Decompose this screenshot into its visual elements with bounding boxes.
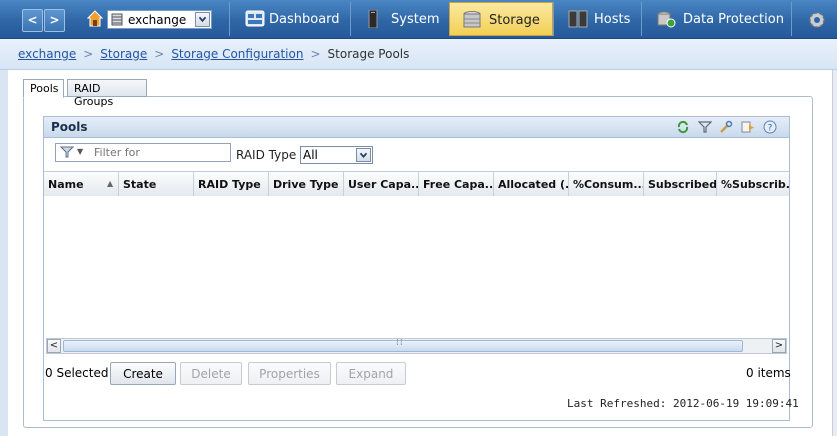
delete-button[interactable]: Delete [180, 362, 242, 385]
storage-icon [463, 11, 481, 28]
sort-ascending-icon: ▲ [107, 179, 114, 188]
scrollbar-grip-icon: ⁞⁞ [396, 338, 404, 348]
gear-icon[interactable] [806, 9, 828, 31]
breadcrumb-separator: > [154, 47, 165, 61]
horizontal-scrollbar[interactable]: < ⁞⁞ > [46, 338, 787, 354]
refresh-icon[interactable] [676, 120, 690, 134]
system-icon [368, 10, 378, 28]
subtab-pools[interactable]: Pools [23, 79, 64, 98]
tab-data-protection-label: Data Protection [683, 12, 784, 27]
help-icon[interactable]: ? [763, 120, 777, 134]
home-icon[interactable] [87, 10, 103, 28]
panel-header: Pools ? [44, 117, 789, 138]
raid-type-value: All [303, 148, 318, 162]
system-select-value: exchange [128, 13, 187, 27]
back-button[interactable]: < [22, 9, 43, 32]
database-icon [111, 13, 123, 26]
wrench-icon[interactable] [719, 120, 733, 134]
left-frame [0, 70, 8, 436]
filter-icon[interactable] [698, 120, 712, 134]
column-header-user-capacity[interactable]: User Capa... [344, 172, 419, 196]
selected-count: 0 Selected [45, 366, 109, 380]
forward-button[interactable]: > [44, 9, 65, 32]
raid-type-select[interactable]: All [300, 146, 373, 164]
scroll-right-button[interactable]: > [772, 339, 786, 353]
last-refreshed: Last Refreshed: 2012-06-19 19:09:41 [567, 397, 799, 410]
column-header-subscribed-percent[interactable]: %Subscrib.. [717, 172, 789, 196]
column-header-state[interactable]: State [119, 172, 194, 196]
filter-dropdown-icon[interactable]: ▼ [77, 147, 83, 156]
filter-input[interactable] [94, 145, 226, 160]
funnel-icon[interactable] [60, 146, 74, 159]
tab-storage[interactable]: Storage [449, 2, 553, 36]
raid-type-label: RAID Type [236, 148, 297, 162]
scrollbar-thumb[interactable]: ⁞⁞ [63, 338, 743, 352]
breadcrumb-bar: exchange > Storage > Storage Configuration > S… [0, 39, 837, 70]
breadcrumb-item-storage[interactable]: Storage [100, 47, 147, 61]
grid-body [44, 196, 789, 338]
column-header-subscribed[interactable]: Subscribed... [644, 172, 717, 196]
tab-dashboard[interactable]: Dashboard [229, 2, 350, 36]
items-count: 0 items [746, 366, 791, 380]
chevron-down-icon[interactable] [195, 12, 210, 27]
tab-hosts-label: Hosts [594, 12, 631, 27]
breadcrumb-item-storage-configuration[interactable]: Storage Configuration [171, 47, 303, 61]
right-splitter[interactable] [832, 70, 837, 436]
tab-storage-label: Storage [489, 13, 540, 28]
chevron-down-icon[interactable] [356, 148, 371, 162]
breadcrumb-separator: > [83, 47, 94, 61]
properties-button[interactable]: Properties [248, 362, 331, 385]
dashboard-icon [245, 10, 265, 27]
breadcrumb-item-exchange[interactable]: exchange [18, 47, 76, 61]
tab-dashboard-label: Dashboard [269, 12, 340, 27]
tab-hosts[interactable]: Hosts [553, 2, 641, 36]
column-header-allocated[interactable]: Allocated (... [494, 172, 569, 196]
tab-system[interactable]: System [350, 2, 449, 36]
column-header-raid-type[interactable]: RAID Type [194, 172, 269, 196]
subtab-raid-groups[interactable]: RAID Groups [67, 79, 147, 108]
expand-button[interactable]: Expand [336, 362, 406, 385]
breadcrumb-current: Storage Pools [327, 47, 410, 61]
create-button[interactable]: Create [110, 362, 176, 385]
breadcrumb-separator: > [310, 47, 321, 61]
filter-box[interactable]: ▼ [55, 143, 231, 162]
data-protection-icon [657, 11, 676, 28]
breadcrumb: exchange > Storage > Storage Configuration > S… [18, 47, 409, 61]
hosts-icon [568, 10, 588, 28]
top-nav-bar: < > exchange Dashboard System Storage Ho… [0, 0, 837, 39]
svg-text:?: ? [768, 124, 773, 134]
column-header-free-capacity[interactable]: Free Capa... [419, 172, 494, 196]
system-select[interactable]: exchange [107, 10, 212, 29]
grid-header: Name ▲ State RAID Type Drive Type User C… [44, 171, 789, 197]
tab-data-protection[interactable]: Data Protection [641, 2, 791, 36]
panel-title: Pools [51, 120, 88, 134]
scroll-left-button[interactable]: < [47, 339, 61, 353]
column-header-consumed[interactable]: %Consum... [569, 172, 644, 196]
tab-system-label: System [391, 12, 440, 27]
column-header-drive-type[interactable]: Drive Type [269, 172, 344, 196]
export-icon[interactable] [741, 120, 755, 134]
